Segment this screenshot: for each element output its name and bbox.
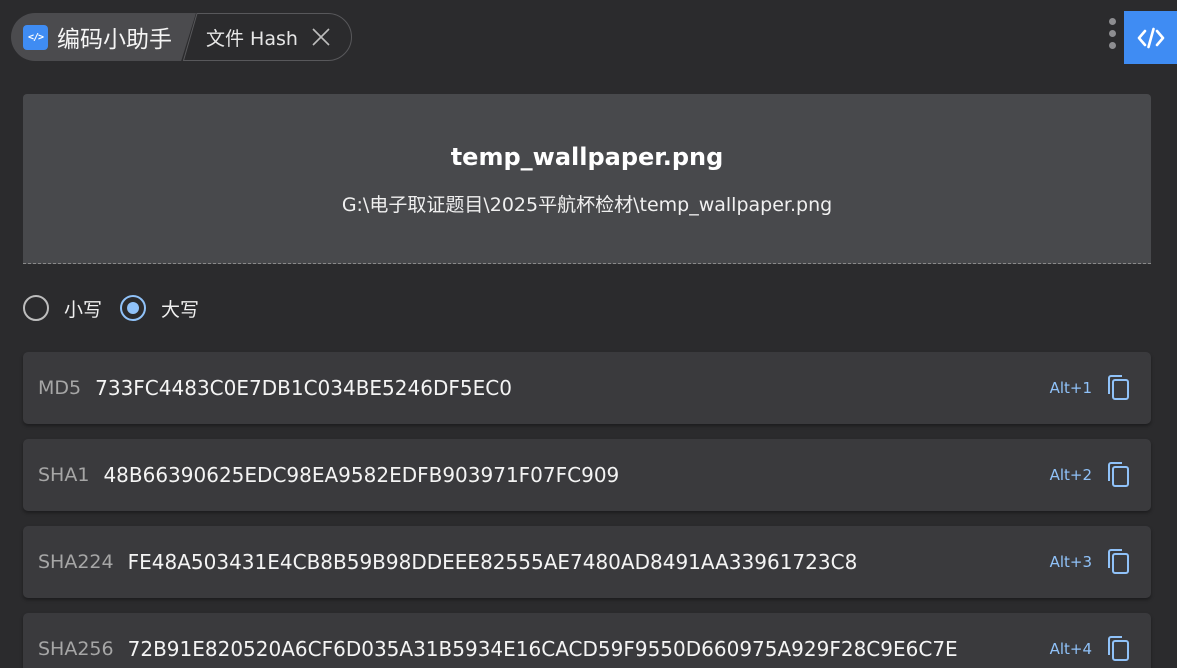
app-logo-icon: </> [23,24,48,50]
copy-icon[interactable] [1105,635,1131,663]
hash-row-sha1[interactable]: SHA1 48B66390625EDC98EA9582EDFB903971F07… [23,439,1151,511]
copy-icon[interactable] [1105,461,1131,489]
radio-uppercase-circle[interactable] [120,295,147,321]
tab-home[interactable]: </> 编码小助手 [11,13,196,61]
shortcut-hint: Alt+2 [1049,466,1092,484]
radio-uppercase[interactable]: 大写 [120,295,199,322]
file-drop-area[interactable]: temp_wallpaper.png G:\电子取证题目\2025平航杯检材\t… [23,94,1151,264]
tab-bar: </> 编码小助手 文件 Hash [11,13,352,61]
shortcut-hint: Alt+4 [1049,640,1092,658]
more-vertical-icon[interactable] [1105,18,1119,56]
code-icon [1137,27,1164,48]
hash-value[interactable]: 72B91E820520A6CF6D035A31B5934E16CACD59F9… [128,637,958,661]
tab-file-hash-label: 文件 Hash [206,27,298,50]
copy-icon[interactable] [1105,374,1131,402]
tab-file-hash[interactable]: 文件 Hash [182,13,352,61]
radio-lowercase-label: 小写 [64,298,103,321]
hash-row-sha256[interactable]: SHA256 72B91E820520A6CF6D035A31B5934E16C… [23,613,1151,668]
radio-lowercase[interactable]: 小写 [23,295,102,322]
case-options: 小写 大写 [23,294,217,322]
radio-lowercase-circle[interactable] [23,295,49,321]
app-name: 编码小助手 [57,27,172,53]
hash-row-sha224[interactable]: SHA224 FE48A503431E4CB8B59B98DDEEE82555A… [23,526,1151,598]
hash-algo-label: SHA224 [38,551,114,573]
hash-algo-label: SHA1 [38,464,90,486]
hash-algo-label: MD5 [38,377,82,399]
shortcut-hint: Alt+1 [1049,379,1092,397]
copy-icon[interactable] [1105,548,1131,576]
radio-uppercase-label: 大写 [161,298,200,321]
file-path: G:\电子取证题目\2025平航杯检材\temp_wallpaper.png [341,194,833,216]
hash-value[interactable]: 48B66390625EDC98EA9582EDFB903971F07FC909 [103,463,619,487]
hash-algo-label: SHA256 [38,638,114,660]
code-button[interactable] [1124,11,1177,64]
close-icon[interactable] [310,26,332,48]
file-name: temp_wallpaper.png [450,143,724,171]
hash-row-md5[interactable]: MD5 733FC4483C0E7DB1C034BE5246DF5EC0 Alt… [23,352,1151,424]
hash-value[interactable]: 733FC4483C0E7DB1C034BE5246DF5EC0 [95,376,512,400]
shortcut-hint: Alt+3 [1049,553,1092,571]
hash-value[interactable]: FE48A503431E4CB8B59B98DDEEE82555AE7480AD… [128,550,858,574]
top-bar: </> 编码小助手 文件 Hash [0,0,1177,76]
hash-app-window: </> 编码小助手 文件 Hash temp_wallpaper.png G:\… [0,0,1177,668]
